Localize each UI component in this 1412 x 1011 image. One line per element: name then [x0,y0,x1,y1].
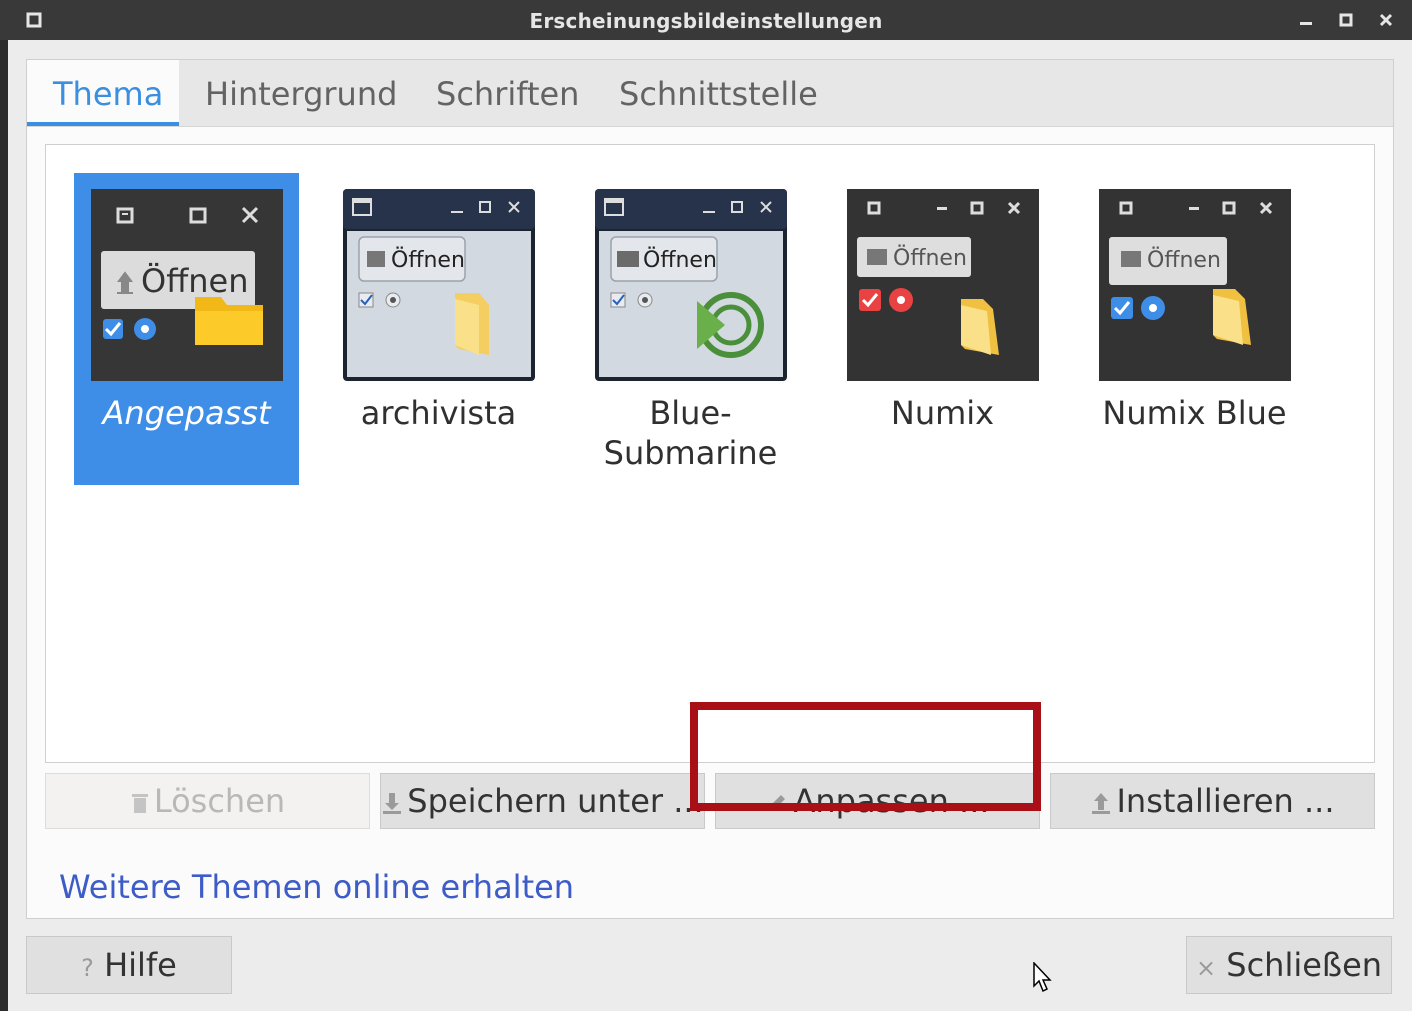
tab-bar: Thema Hintergrund Schriften Schnittstell… [27,60,1393,127]
theme-list: Öffnen Angepasst Öffnen archivista Öffne… [45,144,1375,763]
more-themes-link[interactable]: Weitere Themen online erhalten [59,868,574,906]
pencil-icon [769,795,786,811]
close-icon[interactable] [1378,12,1394,28]
install-button-label: Installieren ... [1116,782,1335,820]
upload-icon [1092,793,1111,814]
tab-thema[interactable]: Thema [27,60,179,126]
help-icon: ? [81,954,94,982]
minimize-icon[interactable] [1298,12,1314,28]
theme-item-numix[interactable]: Öffnen Numix [830,173,1055,485]
window-title: Erscheinungsbildeinstellungen [529,9,883,33]
theme-preview-numix: Öffnen [847,189,1039,381]
dialog-body: Thema Hintergrund Schriften Schnittstell… [8,40,1412,1011]
svg-text:Öffnen: Öffnen [643,247,717,273]
svg-text:Öffnen: Öffnen [391,247,465,273]
save-as-button[interactable]: Speichern unter ... [380,773,705,829]
close-button-icon: × [1195,954,1217,982]
theme-item-archivista[interactable]: Öffnen archivista [326,173,551,485]
customize-button-label: Anpassen ... [793,782,990,820]
theme-label-angepasst: Angepasst [102,394,271,432]
install-button[interactable]: Installieren ... [1050,773,1375,829]
tab-schnittstelle[interactable]: Schnittstelle [593,60,844,126]
theme-label-numix-blue: Numix Blue [1102,394,1287,432]
help-button[interactable]: ? Hilfe [26,936,232,994]
svg-text:Öffnen: Öffnen [893,245,967,271]
theme-item-angepasst[interactable]: Öffnen Angepasst [74,173,299,485]
help-button-label: Hilfe [104,946,177,984]
theme-label-blue-submarine: Blue- Submarine [603,394,778,472]
svg-text:Öffnen: Öffnen [1147,247,1221,273]
theme-label-numix: Numix [890,394,995,432]
tab-hintergrund[interactable]: Hintergrund [179,60,423,126]
delete-button[interactable]: Löschen [45,773,370,829]
title-bar: Erscheinungsbildeinstellungen [0,0,1412,40]
theme-preview-angepasst: Öffnen [91,189,283,381]
delete-button-label: Löschen [153,782,286,820]
theme-preview-archivista: Öffnen [343,189,535,381]
mouse-pointer-icon [1033,962,1052,993]
svg-text:Öffnen: Öffnen [141,262,248,300]
theme-label-archivista: archivista [360,394,517,432]
trash-icon [131,794,148,813]
save-as-button-label: Speichern unter ... [407,782,704,820]
theme-item-numix-blue[interactable]: Öffnen Numix Blue [1082,173,1307,485]
theme-preview-numix-blue: Öffnen [1099,189,1291,381]
tab-schriften[interactable]: Schriften [410,60,605,126]
save-icon [383,793,402,814]
close-button-label: Schließen [1226,946,1383,984]
theme-item-blue-submarine[interactable]: Öffnen Blue- Submarine [578,173,803,485]
close-button[interactable]: × Schließen [1186,936,1392,994]
theme-preview-blue-submarine: Öffnen [595,189,787,381]
maximize-icon[interactable] [1338,12,1354,28]
customize-button[interactable]: Anpassen ... [715,773,1040,829]
tab-frame: Thema Hintergrund Schriften Schnittstell… [26,59,1394,919]
